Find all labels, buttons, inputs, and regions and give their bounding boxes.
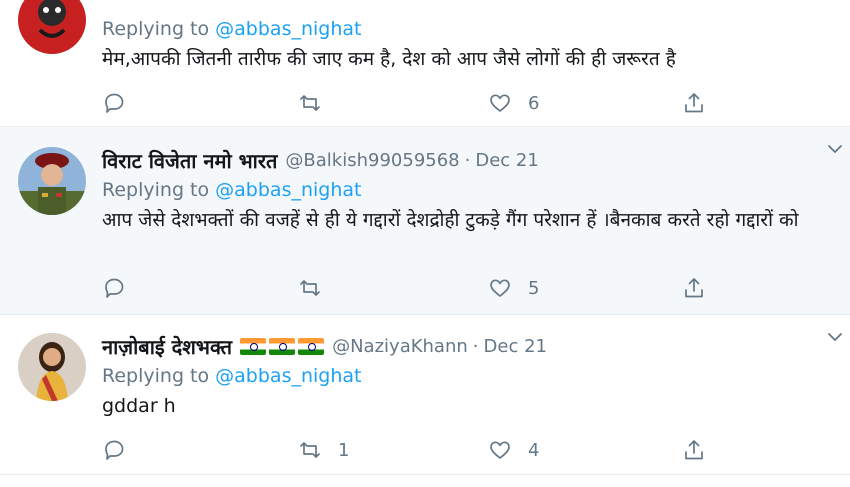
tweet-header: नाज़ोबाई देशभक्त @NaziyaKhann · Dec 21	[102, 331, 830, 361]
retweet-icon	[300, 280, 320, 296]
chevron-down-icon[interactable]	[825, 139, 845, 159]
india-flag-icon	[269, 337, 296, 355]
replying-to: Replying to @abbas_nighat	[102, 18, 362, 40]
tweet-date[interactable]: Dec 21	[484, 336, 547, 357]
replying-to-link[interactable]: @abbas_nighat	[215, 179, 361, 201]
display-name[interactable]: नाज़ोबाई देशभक्त	[102, 333, 232, 360]
tweet-text: gddar h	[102, 395, 176, 417]
replying-to: Replying to @abbas_nighat	[102, 179, 362, 201]
like-button[interactable]: 4	[488, 438, 539, 462]
india-flag-icon	[298, 337, 325, 355]
share-button[interactable]	[682, 438, 706, 462]
replying-to: Replying to @abbas_nighat	[102, 365, 362, 387]
display-name[interactable]: विराट विजेता नमो भारत	[102, 147, 277, 174]
avatar[interactable]	[18, 0, 86, 54]
heart-icon	[490, 94, 510, 112]
like-count: 4	[528, 439, 540, 461]
heart-icon	[490, 441, 510, 459]
tweet-text: मेम,आपकी जितनी तारीफ की जाए कम है, देश क…	[102, 48, 676, 70]
share-icon	[685, 440, 703, 460]
tweet-reply[interactable]: Replying to @abbas_nighat मेम,आपकी जितनी…	[0, 0, 850, 127]
replying-to-link[interactable]: @abbas_nighat	[215, 18, 361, 40]
retweet-icon	[300, 95, 320, 111]
reply-button[interactable]	[102, 276, 126, 300]
tweet-header: विराट विजेता नमो भारत @Balkish99059568 ·…	[102, 145, 830, 175]
retweet-button[interactable]	[298, 276, 338, 300]
replying-to-link[interactable]: @abbas_nighat	[215, 365, 361, 387]
like-button[interactable]: 5	[488, 276, 539, 300]
user-handle[interactable]: @NaziyaKhann	[332, 336, 468, 357]
share-button[interactable]	[682, 91, 706, 115]
reply-button[interactable]	[102, 438, 126, 462]
retweet-count: 1	[338, 439, 350, 461]
tweet-actions: 1 4	[102, 435, 722, 465]
retweet-button[interactable]	[298, 91, 338, 115]
tweet-actions: 5	[102, 273, 722, 303]
avatar[interactable]	[18, 333, 86, 401]
like-count: 5	[528, 277, 540, 299]
reply-icon	[105, 278, 124, 298]
reply-icon	[105, 440, 124, 460]
tweet-date[interactable]: Dec 21	[475, 150, 538, 171]
user-handle[interactable]: @Balkish99059568	[285, 150, 459, 171]
share-icon	[685, 278, 703, 298]
reply-button[interactable]	[102, 91, 126, 115]
retweet-button[interactable]: 1	[298, 438, 349, 462]
tweet-reply[interactable]: विराट विजेता नमो भारत @Balkish99059568 ·…	[0, 127, 850, 315]
like-button[interactable]: 6	[488, 91, 539, 115]
share-icon	[685, 93, 703, 113]
reply-icon	[105, 93, 124, 113]
heart-icon	[490, 279, 510, 297]
separator-dot: ·	[464, 149, 471, 171]
tweet-text: आप जेसे देशभक्तों की वजहें से ही ये गद्द…	[102, 209, 799, 231]
chevron-down-icon[interactable]	[825, 327, 845, 347]
share-button[interactable]	[682, 276, 706, 300]
india-flag-icon	[240, 337, 267, 355]
retweet-icon	[300, 442, 320, 458]
tweet-actions: 6	[102, 88, 722, 118]
india-flag-emojis	[240, 337, 325, 355]
like-count: 6	[528, 92, 540, 114]
separator-dot: ·	[472, 335, 479, 357]
avatar[interactable]	[18, 147, 86, 215]
tweet-reply[interactable]: नाज़ोबाई देशभक्त @NaziyaKhann · Dec 21 R…	[0, 315, 850, 475]
